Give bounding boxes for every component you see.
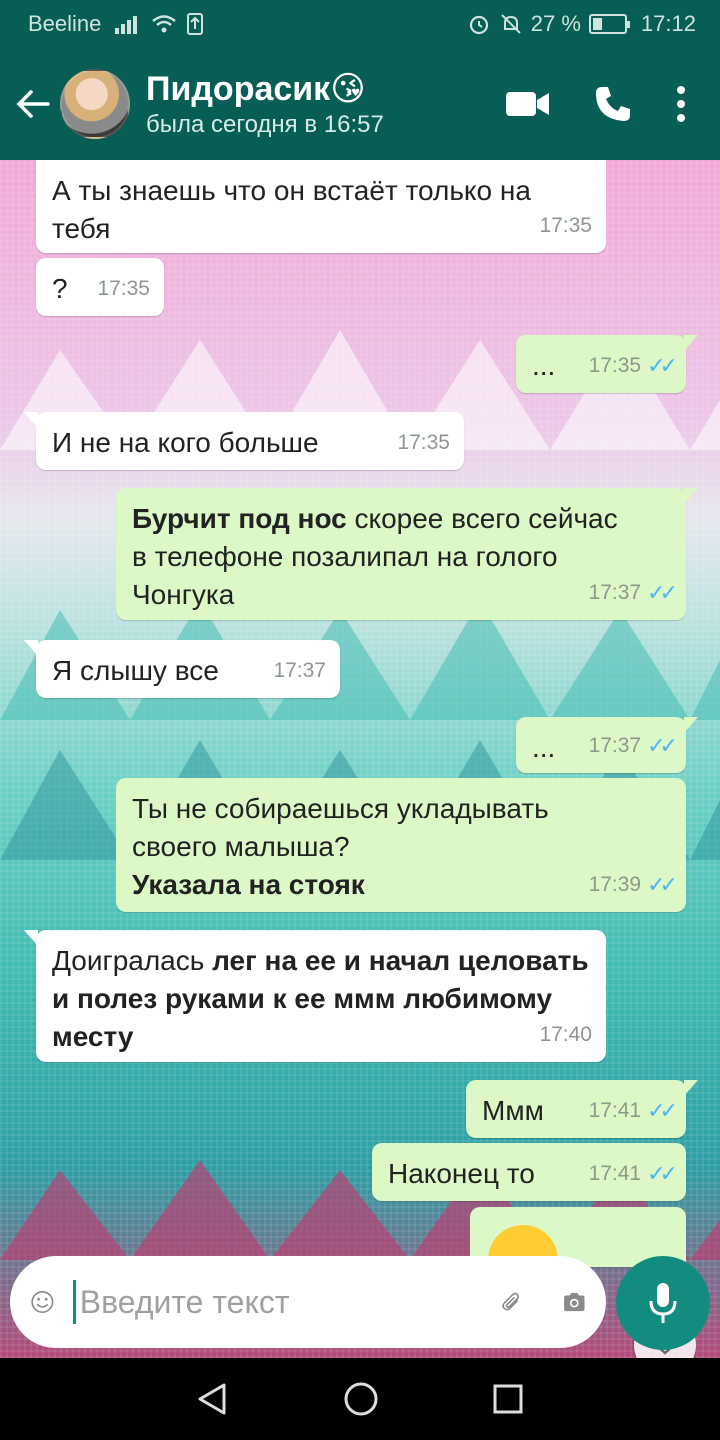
- data-transfer-icon: [187, 13, 204, 35]
- message-text: ?: [52, 273, 68, 304]
- message-time: 17:37: [273, 659, 326, 682]
- message-outgoing[interactable]: Бурчит под нос скорее всего сейчас в тел…: [116, 488, 698, 620]
- message-input[interactable]: [72, 1280, 500, 1324]
- message-text: А ты знаешь что он встаёт только на тебя: [52, 175, 531, 244]
- message-outgoing[interactable]: Ммм 17:41 ✓✓: [466, 1080, 698, 1138]
- contact-name: Пидорасик😘: [146, 70, 366, 108]
- message-text: ...: [532, 732, 556, 763]
- more-icon[interactable]: [676, 86, 686, 122]
- read-ticks-icon: ✓✓: [647, 872, 678, 897]
- message-time: 17:37 ✓✓: [589, 574, 678, 612]
- nav-back-icon[interactable]: [196, 1382, 230, 1416]
- phone-icon[interactable]: [594, 85, 632, 123]
- message-text: Ты не собираешься укладывать своего малы…: [132, 793, 549, 900]
- back-arrow-icon: [16, 90, 50, 118]
- message-incoming[interactable]: Доигралась лег на ее и начал целовать и …: [24, 930, 606, 1062]
- message-incoming[interactable]: ? 17:35: [36, 258, 164, 316]
- message-time: 17:35: [397, 431, 450, 454]
- wifi-icon: [152, 15, 177, 33]
- read-ticks-icon: ✓✓: [647, 353, 678, 378]
- system-nav-bar: [0, 1358, 720, 1440]
- message-time: 17:41 ✓✓: [589, 1155, 678, 1193]
- message-time: 17:37 ✓✓: [589, 727, 678, 765]
- mute-icon: [501, 14, 521, 34]
- message-incoming[interactable]: А ты знаешь что он встаёт только на тебя…: [36, 160, 606, 253]
- clock: 17:12: [640, 11, 696, 36]
- nav-recents-icon[interactable]: [492, 1383, 524, 1415]
- nav-home-icon[interactable]: [343, 1381, 379, 1417]
- battery-icon: [588, 14, 630, 34]
- message-text: ...: [532, 350, 556, 381]
- status-bar: Beeline 27 % 17:12: [0, 0, 720, 48]
- back-button[interactable]: [6, 48, 60, 160]
- attach-icon[interactable]: [500, 1280, 524, 1324]
- last-seen-status: была сегодня в 16:57: [146, 111, 384, 138]
- video-call-icon[interactable]: [506, 89, 550, 119]
- message-time: 17:35: [97, 277, 150, 300]
- input-bar: [0, 1248, 720, 1358]
- message-text: Наконец то: [388, 1158, 535, 1189]
- camera-icon[interactable]: [563, 1284, 586, 1320]
- avatar[interactable]: [60, 69, 130, 139]
- emoji-icon[interactable]: [30, 1279, 55, 1325]
- battery-percent: 27 %: [530, 11, 581, 36]
- message-text: Ммм: [482, 1095, 544, 1126]
- message-text: И не на кого больше: [52, 427, 319, 458]
- message-incoming[interactable]: Я слышу все 17:37: [24, 640, 340, 698]
- message-text: Бурчит под нос скорее всего сейчас в тел…: [132, 503, 618, 610]
- message-bold-text: Указала на стояк: [132, 869, 365, 900]
- read-ticks-icon: ✓✓: [647, 1098, 678, 1123]
- read-ticks-icon: ✓✓: [647, 580, 678, 605]
- message-time: 17:39 ✓✓: [589, 866, 678, 904]
- alarm-icon: [469, 15, 488, 35]
- message-input-container: [10, 1256, 606, 1348]
- message-outgoing[interactable]: Наконец то 17:41 ✓✓: [372, 1143, 686, 1201]
- contact-info[interactable]: Пидорасик😘 была сегодня в 16:57: [146, 69, 384, 139]
- message-time: 17:35 ✓✓: [589, 347, 678, 385]
- message-time: 17:41 ✓✓: [589, 1092, 678, 1130]
- read-ticks-icon: ✓✓: [647, 733, 678, 758]
- message-text: Я слышу все: [52, 655, 219, 686]
- signal-icon: [115, 16, 138, 34]
- message-time: 17:40: [539, 1023, 592, 1046]
- mic-icon: [649, 1283, 677, 1323]
- message-text: Доигралась лег на ее и начал целовать и …: [52, 945, 589, 1052]
- message-outgoing[interactable]: ... 17:37 ✓✓: [516, 717, 698, 773]
- read-ticks-icon: ✓✓: [647, 1161, 678, 1186]
- message-bold-text: Бурчит под нос: [132, 503, 347, 534]
- message-outgoing[interactable]: ... 17:35 ✓✓: [516, 335, 698, 393]
- message-outgoing[interactable]: Ты не собираешься укладывать своего малы…: [116, 778, 686, 912]
- carrier-name: Beeline: [28, 11, 102, 36]
- voice-record-button[interactable]: [616, 1256, 710, 1350]
- chat-area[interactable]: А ты знаешь что он встаёт только на тебя…: [0, 160, 720, 1358]
- message-incoming[interactable]: И не на кого больше 17:35: [24, 412, 464, 470]
- message-time: 17:35: [539, 214, 592, 237]
- chat-header: Пидорасик😘 была сегодня в 16:57: [0, 48, 720, 160]
